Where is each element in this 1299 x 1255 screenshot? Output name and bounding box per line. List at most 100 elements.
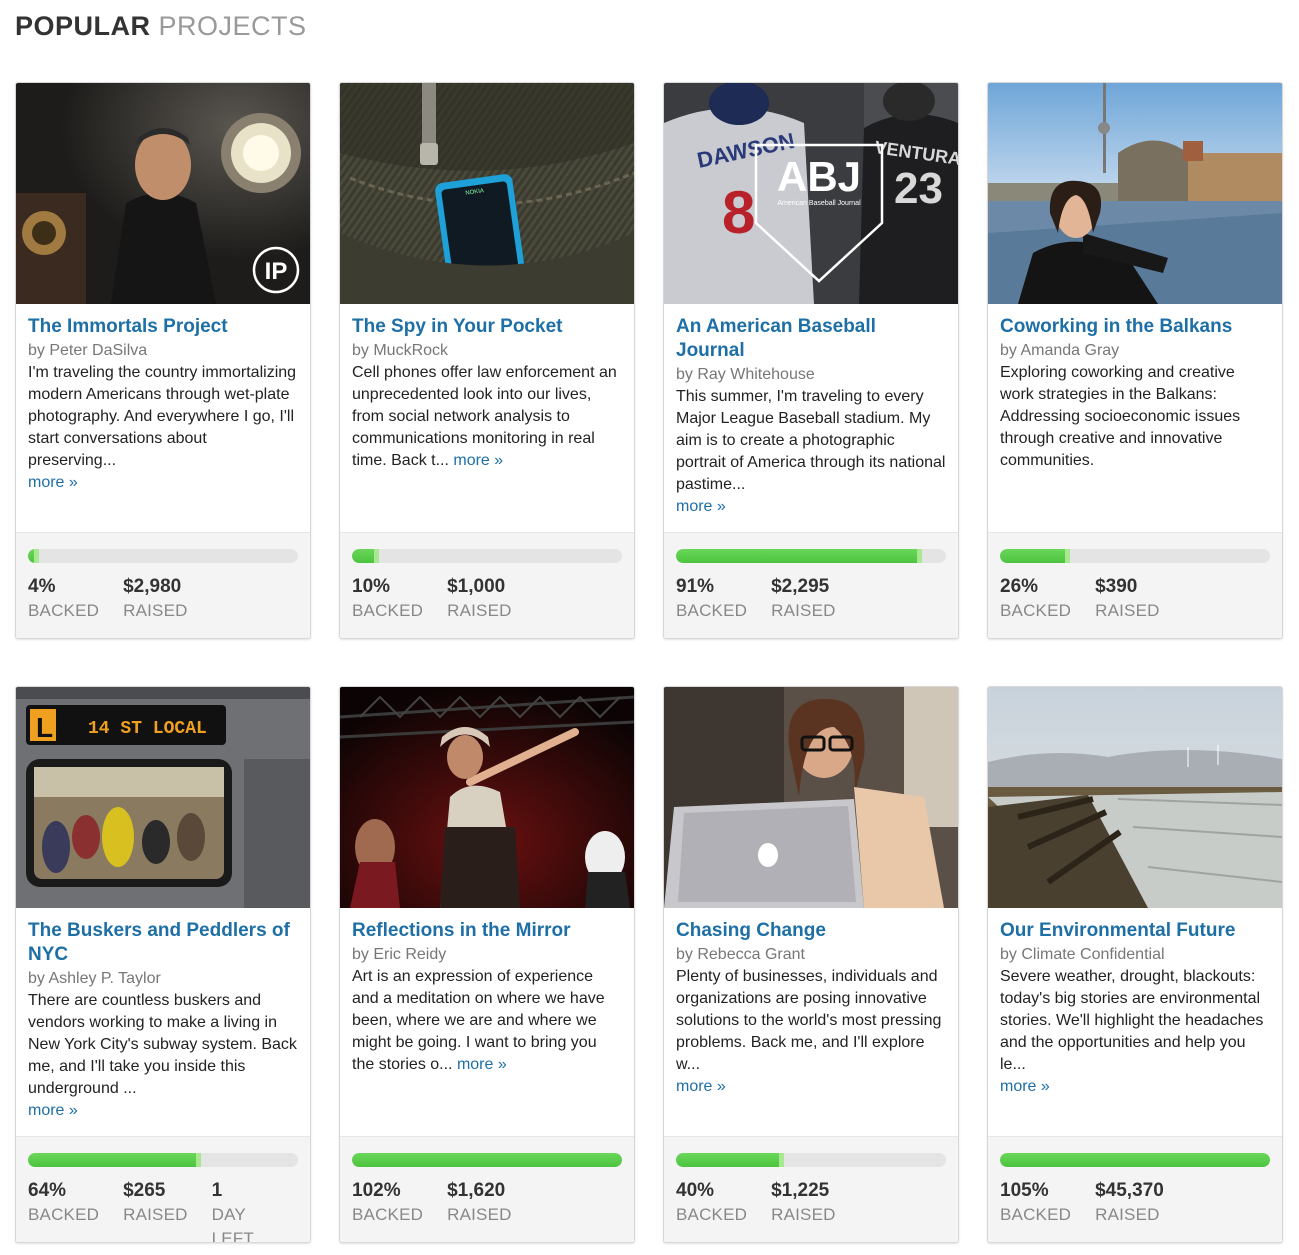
project-title-link[interactable]: The Spy in Your Pocket — [352, 315, 622, 339]
stat-value: 1 — [211, 1180, 223, 1201]
project-author: by Ray Whitehouse — [676, 366, 815, 383]
train-destination-sign: 14 ST LOCAL — [88, 719, 207, 739]
progress-bar — [1000, 1153, 1270, 1167]
project-description: This summer, I'm traveling to every Majo… — [676, 386, 946, 518]
train-line-letter: L — [36, 712, 53, 743]
stat-label: BACKED — [676, 601, 748, 620]
stat-value: 10% — [352, 576, 391, 597]
description-text: Exploring coworking and creative work st… — [1000, 364, 1241, 469]
stat-value: $45,370 — [1095, 1180, 1164, 1201]
project-card[interactable]: Reflections in the Mirror by Eric Reidy … — [339, 686, 635, 1243]
stat-label: BACKED — [676, 1205, 748, 1224]
landscape-fields-photo-image[interactable] — [988, 687, 1282, 908]
project-author: by Rebecca Grant — [676, 946, 805, 963]
project-author: by Eric Reidy — [352, 946, 447, 963]
woman-laptop-photo-image[interactable] — [664, 687, 958, 908]
stat-label: BACKED — [352, 1205, 424, 1224]
phone-in-pocket-photo-image[interactable]: NOKIA — [340, 83, 634, 304]
description-text: There are countless buskers and vendors … — [28, 992, 297, 1097]
progress-fill — [28, 1153, 201, 1167]
progress-fill — [1000, 1153, 1270, 1167]
card-footer: 102% BACKED $1,620 RAISED — [340, 1136, 634, 1242]
project-card[interactable]: Chasing Change by Rebecca Grant Plenty o… — [663, 686, 959, 1243]
progress-bar — [1000, 549, 1270, 563]
stat-raised: $1,620 RAISED — [447, 1179, 512, 1227]
card-footer: 91% BACKED $2,295 RAISED — [664, 532, 958, 638]
stat-backed: 105% BACKED — [1000, 1179, 1071, 1227]
progress-bar — [28, 549, 298, 563]
progress-fill — [352, 1153, 622, 1167]
more-link[interactable]: more » — [453, 452, 503, 469]
description-text: Plenty of businesses, individuals and or… — [676, 968, 942, 1073]
project-card[interactable]: IP The Immortals Project by Peter DaSilv… — [15, 82, 311, 639]
project-card[interactable]: NOKIA The Spy in Your Pocket by MuckRock… — [339, 82, 635, 639]
stat-value: 64% — [28, 1180, 67, 1201]
project-card[interactable]: Coworking in the Balkans by Amanda Gray … — [987, 82, 1283, 639]
abj-logo-subtitle: American Baseball Journal — [777, 200, 861, 207]
more-link[interactable]: more » — [28, 474, 78, 491]
baseball-fans-photo-image[interactable]: DAWSON 8 VENTURA 23 ABJ American Basebal… — [664, 83, 958, 304]
stat-backed: 26% BACKED — [1000, 575, 1071, 623]
stat-backed: 102% BACKED — [352, 1179, 423, 1227]
woman-riverside-photo-image[interactable] — [988, 83, 1282, 304]
stats: 102% BACKED $1,620 RAISED — [352, 1179, 536, 1227]
more-link[interactable]: more » — [28, 1102, 78, 1119]
progress-bar — [352, 549, 622, 563]
project-description: Exploring coworking and creative work st… — [1000, 362, 1270, 472]
card-footer: 26% BACKED $390 RAISED — [988, 532, 1282, 638]
project-title-link[interactable]: Coworking in the Balkans — [1000, 315, 1270, 339]
jersey-right-number: 23 — [894, 164, 943, 213]
stat-value: 102% — [352, 1180, 401, 1201]
stat-raised: $265 RAISED — [123, 1179, 188, 1242]
stat-label: RAISED — [1095, 1205, 1160, 1224]
stage-dancer-photo-image[interactable] — [340, 687, 634, 908]
stat-label: BACKED — [352, 601, 424, 620]
stats: 26% BACKED $390 RAISED — [1000, 575, 1184, 623]
stat-label: RAISED — [447, 1205, 512, 1224]
more-link[interactable]: more » — [1000, 1078, 1050, 1095]
portrait-photo-image[interactable]: IP — [16, 83, 310, 304]
stat-value: $2,980 — [123, 576, 182, 597]
card-footer: 10% BACKED $1,000 RAISED — [340, 532, 634, 638]
stat-backed: 4% BACKED — [28, 575, 99, 623]
stat-value: $2,295 — [771, 576, 830, 597]
project-title-link[interactable]: An American Baseball Journal — [676, 315, 946, 363]
stat-label: BACKED — [1000, 601, 1072, 620]
stat-label: RAISED — [771, 1205, 836, 1224]
description-text: I'm traveling the country immortalizing … — [28, 364, 297, 469]
more-link[interactable]: more » — [457, 1056, 507, 1073]
project-card[interactable]: DAWSON 8 VENTURA 23 ABJ American Basebal… — [663, 82, 959, 639]
progress-fill — [28, 549, 39, 563]
card-footer: 105% BACKED $45,370 RAISED — [988, 1136, 1282, 1242]
project-title-link[interactable]: Chasing Change — [676, 919, 946, 943]
stats: 105% BACKED $45,370 RAISED — [1000, 1179, 1188, 1227]
stat-raised: $390 RAISED — [1095, 575, 1160, 623]
more-link[interactable]: more » — [676, 1078, 726, 1095]
stat-backed: 10% BACKED — [352, 575, 423, 623]
page-title: POPULAR PROJECTS — [15, 10, 307, 42]
project-title-link[interactable]: The Immortals Project — [28, 315, 298, 339]
project-description: Art is an expression of experience and a… — [352, 966, 622, 1076]
subway-train-photo-image[interactable]: L 14 ST LOCAL — [16, 687, 310, 908]
project-title-link[interactable]: Reflections in the Mirror — [352, 919, 622, 943]
stat-label: BACKED — [28, 601, 100, 620]
stat-label: RAISED — [1095, 601, 1160, 620]
ip-badge: IP — [265, 258, 288, 285]
description-text: This summer, I'm traveling to every Majo… — [676, 388, 946, 493]
progress-fill — [676, 1153, 784, 1167]
more-link[interactable]: more » — [676, 498, 726, 515]
jersey-left-number: 8 — [722, 179, 755, 246]
stat-value: $1,000 — [447, 576, 506, 597]
project-author: by MuckRock — [352, 342, 449, 359]
project-card[interactable]: L 14 ST LOCAL The Buskers and Peddlers o… — [15, 686, 311, 1243]
stat-label: BACKED — [28, 1205, 100, 1224]
project-card[interactable]: Our Environmental Future by Climate Conf… — [987, 686, 1283, 1243]
project-title-link[interactable]: Our Environmental Future — [1000, 919, 1270, 943]
project-title-link[interactable]: The Buskers and Peddlers of NYC — [28, 919, 298, 967]
progress-fill — [676, 549, 922, 563]
project-description: Severe weather, drought, blackouts: toda… — [1000, 966, 1270, 1098]
stat-value: $1,225 — [771, 1180, 830, 1201]
project-description: Plenty of businesses, individuals and or… — [676, 966, 946, 1098]
progress-bar — [28, 1153, 298, 1167]
project-author: by Peter DaSilva — [28, 342, 148, 359]
